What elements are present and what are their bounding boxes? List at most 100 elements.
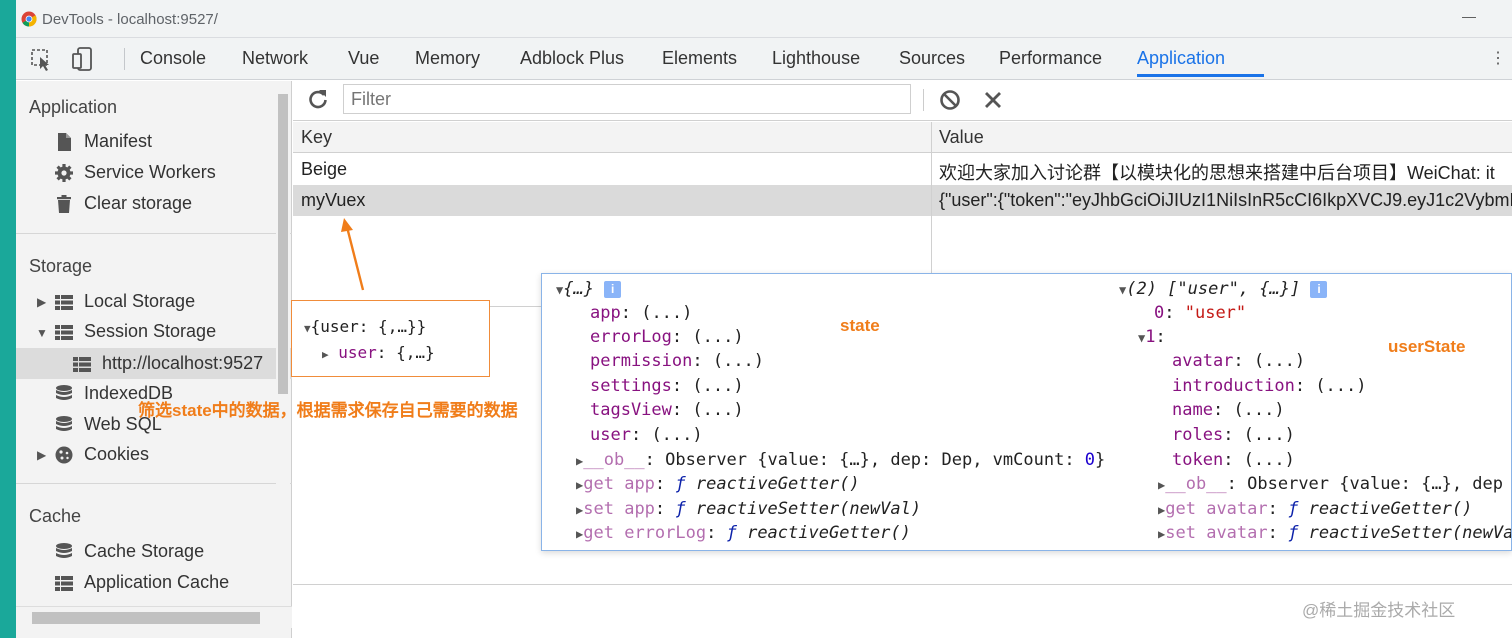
minimize-icon[interactable]: — <box>1462 8 1476 24</box>
column-header-key[interactable]: Key <box>301 127 332 148</box>
sidebar-item-clear-storage[interactable]: Clear storage <box>54 193 192 214</box>
user-prop: token: (...) <box>1172 450 1295 470</box>
state-prop: user: (...) <box>590 425 703 445</box>
expand-arrow-icon[interactable]: ▶ <box>37 295 46 309</box>
application-sidebar: Application Manifest Service Workers Cle… <box>16 81 292 638</box>
gear-icon <box>55 163 73 182</box>
preview-root-text: {user: {,…}} <box>310 317 427 336</box>
database-icon <box>56 415 72 431</box>
sidebar-item-local-storage[interactable]: Local Storage <box>54 291 195 312</box>
tab-memory[interactable]: Memory <box>415 48 480 69</box>
sidebar-item-service-workers[interactable]: Service Workers <box>54 162 216 183</box>
state-root-label: {…} <box>563 279 594 299</box>
database-icon <box>56 384 72 400</box>
more-options-icon[interactable]: ⋮ <box>1490 48 1506 68</box>
desktop-edge <box>0 0 16 638</box>
sidebar-item-label: Session Storage <box>84 321 217 341</box>
tab-console[interactable]: Console <box>140 48 206 69</box>
scrollbar-thumb[interactable] <box>278 94 288 394</box>
state-prop: settings: (...) <box>590 376 744 396</box>
grid-icon <box>55 294 73 310</box>
preview-root[interactable]: ▼{user: {,…}} <box>304 317 426 336</box>
user-prop: avatar: (...) <box>1172 351 1306 371</box>
window-title: DevTools - localhost:9527/ <box>42 11 218 28</box>
annotation-state: state <box>840 316 880 335</box>
collapse-arrow-icon[interactable]: ▼ <box>36 326 48 340</box>
sidebar-item-cookies[interactable]: Cookies <box>54 444 149 465</box>
user-accessor[interactable]: ▶get avatar: ƒ reactiveGetter() <box>1158 499 1472 519</box>
database-icon <box>56 542 72 558</box>
tab-network[interactable]: Network <box>242 48 308 69</box>
info-icon: i <box>1310 281 1328 298</box>
title-bar: DevTools - localhost:9527/ — <box>16 0 1512 38</box>
sidebar-item-session-storage[interactable]: Session Storage <box>54 321 216 342</box>
devtools-toolbar: Console Network Vue Memory Adblock Plus … <box>16 38 1512 80</box>
tab-application[interactable]: Application <box>1137 48 1225 69</box>
user-state-root-label: (2) ["user", {…}] <box>1126 279 1301 299</box>
section-divider <box>16 233 292 234</box>
tab-vue[interactable]: Vue <box>348 48 379 69</box>
user-prop: roles: (...) <box>1172 425 1295 445</box>
table-row[interactable]: Beige 欢迎大家加入讨论群【以模块化的思想来搭建中后台项目】WeiChat:… <box>293 154 1512 185</box>
storage-toolbar <box>293 81 1512 121</box>
delete-selected-icon[interactable] <box>983 90 1003 110</box>
inspect-element-icon[interactable] <box>28 46 54 72</box>
file-icon <box>58 132 71 151</box>
user-prop: name: (...) <box>1172 400 1285 420</box>
refresh-icon[interactable] <box>307 88 329 110</box>
tab-sources[interactable]: Sources <box>899 48 965 69</box>
user-state-index-1[interactable]: ▼1: <box>1138 327 1166 347</box>
chrome-icon <box>21 11 37 27</box>
row-value: 欢迎大家加入讨论群【以模块化的思想来搭建中后台项目】WeiChat: it <box>939 163 1495 183</box>
table-row-selected[interactable]: myVuex {"user":{"token":"eyJhbGciOiJIUzI… <box>293 185 1512 216</box>
sidebar-item-label: Application Cache <box>84 572 230 592</box>
sidebar-item-application-cache[interactable]: Application Cache <box>54 572 229 593</box>
watermark: @稀土掘金技术社区 <box>1302 601 1456 620</box>
sidebar-item-cache-storage[interactable]: Cache Storage <box>54 541 204 562</box>
sidebar-horizontal-scrollbar[interactable] <box>16 606 292 628</box>
state-prop: errorLog: (...) <box>590 327 744 347</box>
tab-performance[interactable]: Performance <box>999 48 1102 69</box>
user-ob-observer[interactable]: ▶__ob__: Observer {value: {…}, dep <box>1158 474 1503 494</box>
state-ob-observer[interactable]: ▶__ob__: Observer {value: {…}, dep: Dep,… <box>576 450 1105 470</box>
column-divider <box>931 122 932 277</box>
user-state-root[interactable]: ▼(2) ["user", {…}] i <box>1119 279 1328 299</box>
expand-arrow-icon[interactable]: ▶ <box>37 448 46 462</box>
grid-icon <box>73 356 91 372</box>
user-accessor[interactable]: ▶set avatar: ƒ reactiveSetter(newVa <box>1158 523 1511 543</box>
column-header-value[interactable]: Value <box>939 127 984 148</box>
sidebar-item-label: Clear storage <box>84 193 193 213</box>
grid-icon <box>55 575 73 591</box>
sidebar-item-label: Service Workers <box>84 162 216 182</box>
cookie-icon <box>55 446 73 463</box>
preview-user[interactable]: ▶ user: {,…} <box>322 343 435 362</box>
state-prop: permission: (...) <box>590 351 765 371</box>
state-accessor[interactable]: ▶get app: ƒ reactiveGetter() <box>576 474 860 494</box>
state-prop: tagsView: (...) <box>590 400 744 420</box>
row-key: Beige <box>301 159 348 179</box>
annotation-arrow <box>341 218 365 291</box>
sidebar-vertical-scrollbar[interactable] <box>276 84 290 614</box>
info-icon: i <box>604 281 622 298</box>
tab-lighthouse[interactable]: Lighthouse <box>772 48 860 69</box>
trash-icon <box>57 194 71 213</box>
state-accessor[interactable]: ▶set app: ƒ reactiveSetter(newVal) <box>576 499 921 519</box>
device-toolbar-icon[interactable] <box>70 46 96 72</box>
sidebar-item-manifest[interactable]: Manifest <box>54 131 152 152</box>
state-accessor[interactable]: ▶get errorLog: ƒ reactiveGetter() <box>576 523 911 543</box>
sidebar-item-session-localhost[interactable]: http://localhost:9527 <box>16 348 292 379</box>
storage-table-header: Key Value <box>293 122 1512 153</box>
tab-elements[interactable]: Elements <box>662 48 737 69</box>
sidebar-item-label: Local Storage <box>84 291 196 311</box>
scrollbar-thumb[interactable] <box>32 612 260 624</box>
grid-icon <box>55 324 73 340</box>
section-heading-application: Application <box>29 97 118 117</box>
toolbar-separator <box>124 48 125 70</box>
filter-input[interactable] <box>343 84 911 114</box>
toolbar-separator <box>923 89 924 111</box>
sidebar-item-label: http://localhost:9527 <box>102 353 264 373</box>
state-root[interactable]: ▼{…} i <box>556 279 622 299</box>
section-divider <box>16 483 292 484</box>
clear-all-icon[interactable] <box>939 89 961 111</box>
tab-adblock-plus[interactable]: Adblock Plus <box>520 48 624 69</box>
